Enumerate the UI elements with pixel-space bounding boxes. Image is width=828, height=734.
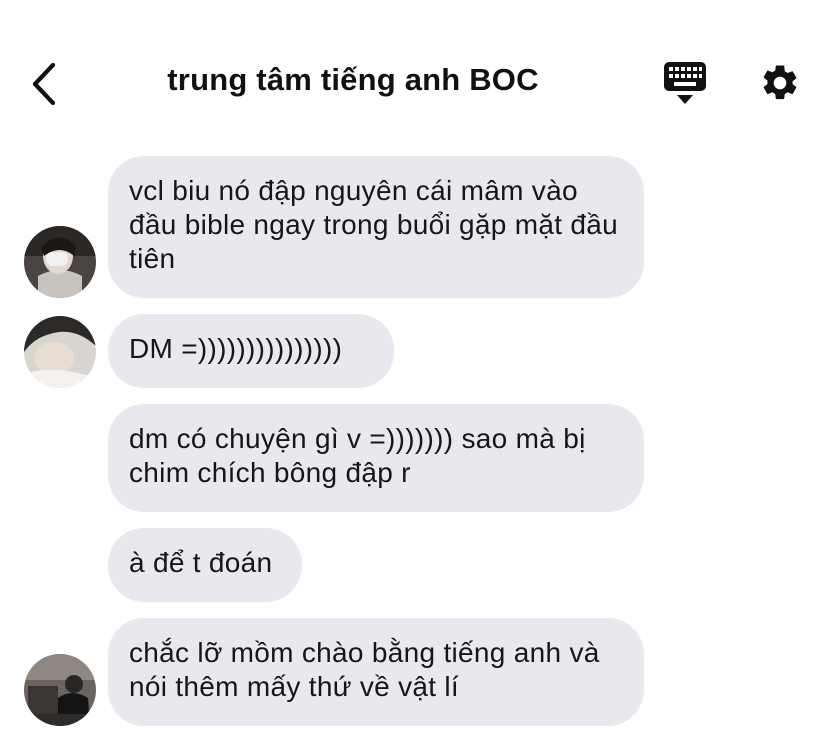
- message-bubble[interactable]: vcl biu nó đập nguyên cái mâm vào đầu bi…: [108, 156, 644, 298]
- avatar[interactable]: [24, 226, 96, 298]
- message-text: DM =))))))))))))))): [129, 333, 343, 364]
- message-bubble[interactable]: DM =))))))))))))))): [108, 314, 394, 388]
- message-bubble[interactable]: chắc lỡ mồm chào bằng tiếng anh và nói t…: [108, 618, 644, 726]
- avatar-image: [24, 316, 96, 388]
- avatar-image: [24, 226, 96, 298]
- chat-screen: trung tâm tiếng anh BOC vcl biu nó đập n…: [0, 0, 828, 734]
- keyboard-icon: [664, 62, 706, 104]
- avatar-image: [24, 654, 96, 726]
- message-bubble[interactable]: à để t đoán: [108, 528, 302, 602]
- chat-header: trung tâm tiếng anh BOC: [0, 0, 828, 140]
- avatar[interactable]: [24, 316, 96, 388]
- message-text: chắc lỡ mồm chào bằng tiếng anh và nói t…: [129, 637, 600, 702]
- message-text: vcl biu nó đập nguyên cái mâm vào đầu bi…: [129, 175, 619, 274]
- message-text: dm có chuyện gì v =))))))) sao mà bị chi…: [129, 423, 586, 488]
- gear-icon: [763, 65, 797, 100]
- message-text: à để t đoán: [129, 547, 273, 578]
- message-bubble[interactable]: dm có chuyện gì v =))))))) sao mà bị chi…: [108, 404, 644, 512]
- page-title: trung tâm tiếng anh BOC: [167, 62, 539, 97]
- avatar[interactable]: [24, 654, 96, 726]
- settings-button[interactable]: [756, 60, 804, 106]
- keyboard-button[interactable]: [660, 60, 710, 108]
